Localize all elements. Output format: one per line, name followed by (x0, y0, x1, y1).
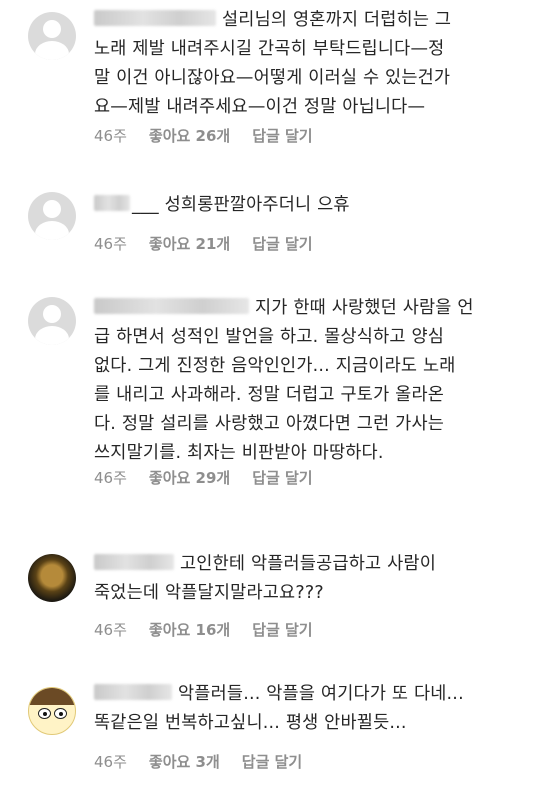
comment-item: 고인한테 악플러들공급하고 사람이 죽었는데 악플달지말라고요??? 46주 좋… (0, 540, 555, 650)
comment-line: 요—제발 내려주세요—이건 정말 아닙니다— (94, 97, 426, 117)
comment-item: ___ 성희롱판깔아주더니 으휴 46주 좋아요 21개 답글 달기 (0, 180, 555, 280)
comment-line: 똑같은일 번복하고싶니... 평생 안바뀔듯... (94, 713, 407, 733)
comment-line: 설리님의 영혼까지 더럽히는 그 (222, 10, 452, 30)
comment-line: 없다. 그게 진정한 음악인인가... 지금이라도 노래 (94, 356, 456, 376)
comment-line: 를 내리고 사과해라. 정말 더럽고 구토가 올라온 (94, 385, 445, 405)
comment-text: ___ 성희롱판깔아주더니 으휴 (94, 191, 534, 220)
comment-line: ___ 성희롱판깔아주더니 으휴 (132, 195, 350, 215)
eye-shape (54, 708, 67, 719)
comment-line: 지가 한때 사랑했던 사람을 언 (255, 298, 474, 318)
avatar[interactable] (28, 192, 76, 240)
comment-meta: 46주 좋아요 16개 답글 달기 (94, 619, 335, 640)
eye-shape (38, 708, 51, 719)
hair-shape (29, 688, 75, 705)
username-blurred[interactable] (94, 684, 172, 700)
reply-button[interactable]: 답글 달기 (242, 751, 302, 772)
comment-time: 46주 (94, 469, 127, 487)
comment-text: 악플러들... 악플을 여기다가 또 다네... 똑같은일 번복하고싶니... … (94, 680, 534, 738)
comment-meta: 46주 좋아요 26개 답글 달기 (94, 125, 335, 146)
avatar[interactable] (28, 12, 76, 60)
comment-item: 설리님의 영혼까지 더럽히는 그 노래 제발 내려주시길 간곡히 부탁드립니다—… (0, 0, 555, 160)
comment-time: 46주 (94, 127, 127, 145)
comment-time: 46주 (94, 235, 127, 253)
comment-line: 죽었는데 악플달지말라고요??? (94, 583, 324, 603)
like-count[interactable]: 좋아요 29개 (149, 467, 230, 488)
reply-button[interactable]: 답글 달기 (252, 467, 312, 488)
comment-time: 46주 (94, 621, 127, 639)
comment-line: 쓰지말기를. 최자는 비판받아 마땅하다. (94, 443, 384, 463)
like-count[interactable]: 좋아요 26개 (149, 125, 230, 146)
username-blurred[interactable] (94, 554, 174, 570)
avatar[interactable] (28, 297, 76, 345)
username-blurred[interactable] (94, 195, 130, 211)
comment-meta: 46주 좋아요 29개 답글 달기 (94, 467, 335, 488)
comment-text: 지가 한때 사랑했던 사람을 언 급 하면서 성적인 발언을 하고. 몰상식하고… (94, 294, 534, 468)
comment-item: 악플러들... 악플을 여기다가 또 다네... 똑같은일 번복하고싶니... … (0, 675, 555, 785)
comment-meta: 46주 좋아요 3개 답글 달기 (94, 751, 324, 772)
username-blurred[interactable] (94, 10, 216, 26)
reply-button[interactable]: 답글 달기 (252, 619, 312, 640)
avatar[interactable] (28, 687, 76, 735)
reply-button[interactable]: 답글 달기 (252, 125, 312, 146)
comment-line: 다. 정말 설리를 사랑했고 아꼈다면 그런 가사는 (94, 414, 445, 434)
comment-meta: 46주 좋아요 21개 답글 달기 (94, 233, 335, 254)
comment-text: 고인한테 악플러들공급하고 사람이 죽었는데 악플달지말라고요??? (94, 550, 534, 608)
comment-line: 악플러들... 악플을 여기다가 또 다네... (178, 684, 464, 704)
comment-line: 급 하면서 성적인 발언을 하고. 몰상식하고 양심 (94, 327, 445, 347)
like-count[interactable]: 좋아요 16개 (149, 619, 230, 640)
avatar[interactable] (28, 554, 76, 602)
comment-time: 46주 (94, 753, 127, 771)
like-count[interactable]: 좋아요 21개 (149, 233, 230, 254)
comment-text: 설리님의 영혼까지 더럽히는 그 노래 제발 내려주시길 간곡히 부탁드립니다—… (94, 6, 534, 122)
like-count[interactable]: 좋아요 3개 (149, 751, 220, 772)
reply-button[interactable]: 답글 달기 (252, 233, 312, 254)
comment-line: 노래 제발 내려주시길 간곡히 부탁드립니다—정 (94, 39, 445, 59)
comment-line: 말 이건 아니잖아요—어떻게 이러실 수 있는건가 (94, 68, 451, 88)
username-blurred[interactable] (94, 298, 249, 314)
comment-line: 고인한테 악플러들공급하고 사람이 (180, 554, 437, 574)
comment-item: 지가 한때 사랑했던 사람을 언 급 하면서 성적인 발언을 하고. 몰상식하고… (0, 285, 555, 500)
